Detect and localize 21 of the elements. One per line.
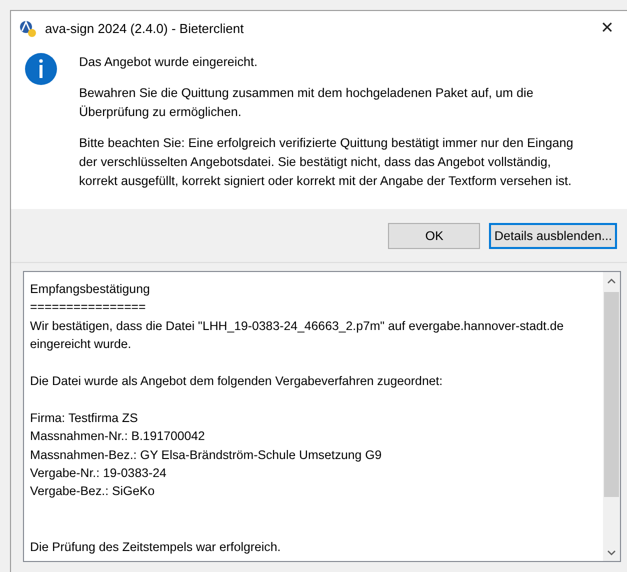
app-logo-icon [19, 20, 37, 38]
close-button[interactable]: ✕ [587, 20, 627, 38]
details-line: Die Prüfung des Zeitstempels war erfolgreich. [30, 538, 282, 556]
details-line: ================ [30, 299, 147, 316]
info-icon [25, 53, 57, 85]
message-text: Bitte beachten Sie: Eine erfolgreich verifizierte Quittung bestätigt immer nur den Eingang der verschlüsselten Angebotsdatei. Sie bestätigt nicht, dass das Angebot vollständig, korrekt ausgefüllt, korrekt signiert oder korrekt mit der Angabe der Textform versehen ist. [79, 135, 574, 190]
scroll-up-icon[interactable] [607, 278, 616, 284]
details-button[interactable]: Details ausblenden... [489, 223, 617, 249]
message-text: Bewahren Sie die Quittung zusammen mit dem hochgeladenen Paket auf, um die Überprüfung zu ermöglichen. [79, 85, 534, 121]
details-line: Empfangsbestätigung [30, 281, 151, 298]
message-heading: Das Angebot wurde eingereicht. [79, 54, 259, 71]
details-line: Die Datei wurde als Angebot dem folgenden Vergabeverfahren zugeordnet: [30, 373, 444, 390]
details-line: Massnahmen-Bez.: GY Elsa-Brändström-Schule Umsetzung G9 [30, 446, 383, 464]
window-title: ava-sign 2024 (2.4.0) - Bieterclient [45, 20, 244, 38]
details-line: Vergabe-Nr.: 19-0383-24 [30, 465, 168, 482]
scroll-down-icon[interactable] [607, 550, 616, 556]
ok-button[interactable]: OK [388, 223, 480, 249]
details-line: Vergabe-Bez.: SiGeKo [30, 483, 156, 500]
details-line: Wir bestätigen, dass die Datei "LHH_19-0383-24_46663_2.p7m" auf evergabe.hannover-stadt.de eingereicht wurde. [30, 318, 565, 354]
details-line: Massnahmen-Nr.: B.191700042 [30, 428, 206, 446]
details-line: Firma: Testfirma ZS [30, 410, 139, 427]
